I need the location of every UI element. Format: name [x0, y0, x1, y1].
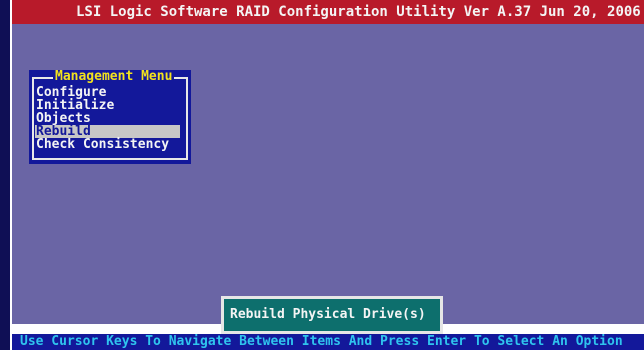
menu-title: Management Menu [53, 69, 175, 84]
option-description-box: Rebuild Physical Drive(s) [221, 296, 443, 334]
title-bar: LSI Logic Software RAID Configuration Ut… [12, 0, 644, 24]
menu-item-check-consistency[interactable]: Check Consistency [35, 138, 180, 151]
management-menu: Management Menu Configure Initialize Obj… [29, 70, 191, 164]
status-hint: Use Cursor Keys To Navigate Between Item… [20, 334, 623, 349]
bios-screen: LSI Logic Software RAID Configuration Ut… [0, 0, 644, 350]
app-title: LSI Logic Software RAID Configuration Ut… [76, 4, 641, 20]
left-border-strip [0, 0, 10, 350]
status-bar: Use Cursor Keys To Navigate Between Item… [12, 334, 644, 350]
option-description: Rebuild Physical Drive(s) [223, 298, 441, 332]
